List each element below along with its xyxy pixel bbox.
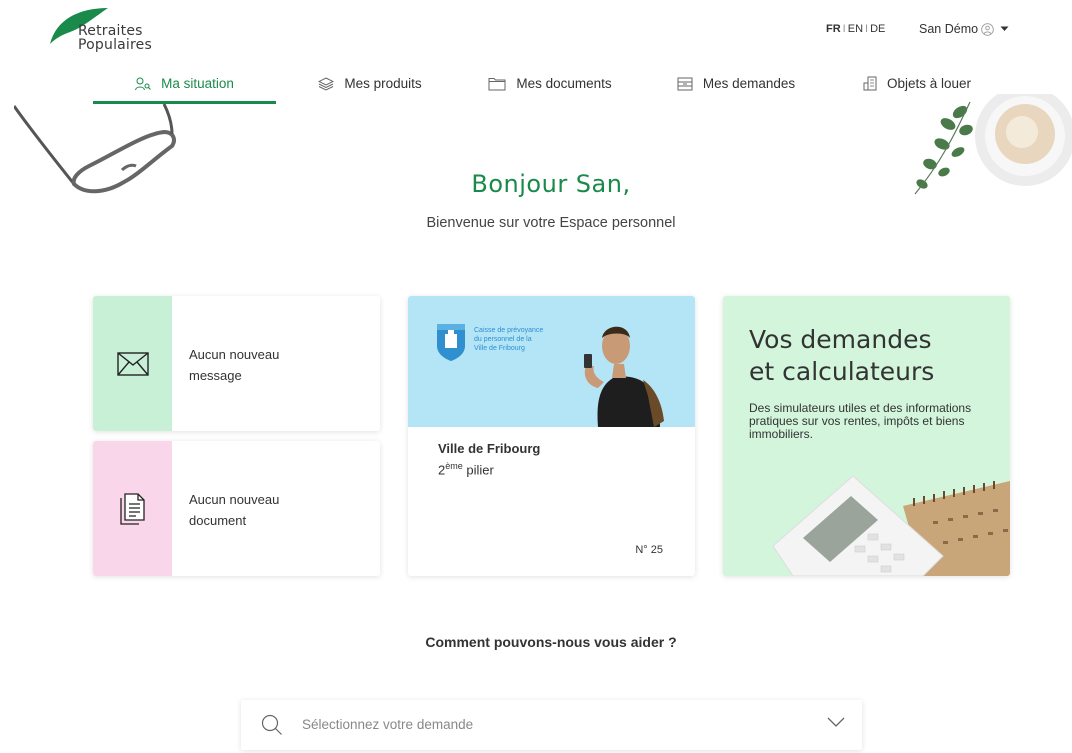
messages-card[interactable]: Aucun nouveau message: [93, 296, 380, 431]
calculators-description: Des simulateurs utiles et des informatio…: [749, 401, 972, 441]
greeting-subtitle: Bienvenue sur votre Espace personnel: [426, 215, 676, 231]
documents-card[interactable]: Aucun nouveau document: [93, 441, 380, 576]
user-circle-icon: [981, 22, 994, 36]
search-icon: [261, 714, 282, 735]
nav-tab-mes-demandes[interactable]: Mes demandes: [656, 63, 816, 104]
calculators-title-line2: et calculateurs: [749, 357, 935, 386]
caret-down-icon: [1000, 26, 1009, 31]
nav-label-mes-demandes: Mes demandes: [702, 76, 796, 91]
brand-line2: Populaires: [78, 37, 152, 53]
brand-logo[interactable]: Retraites Populaires: [48, 6, 178, 56]
calculators-card[interactable]: Vos demandes et calculateurs Des simulat…: [723, 296, 1010, 576]
product-banner-image: Caisse de prévoyance du personnel de la …: [408, 296, 695, 427]
nav-label-mes-produits: Mes produits: [344, 76, 422, 91]
messages-status-line1: Aucun nouveau: [189, 347, 280, 362]
documents-status-line1: Aucun nouveau: [189, 492, 280, 507]
envelope-icon: [116, 351, 149, 376]
messages-card-accent: [93, 296, 172, 431]
product-number: N° 25: [635, 544, 663, 556]
layers-icon: [318, 76, 335, 91]
nav-tab-mes-produits[interactable]: Mes produits: [300, 63, 440, 104]
lang-en[interactable]: EN: [848, 23, 863, 35]
document-icon: [119, 492, 145, 525]
pillar-ordinal-suffix: ème: [445, 461, 463, 471]
calculator-calendar-illustration: [773, 476, 1010, 576]
building-icon: [863, 76, 877, 91]
lang-fr[interactable]: FR: [826, 23, 841, 35]
chevron-down-icon: [827, 717, 845, 727]
brand-line1: Retraites: [78, 23, 143, 39]
documents-card-accent: [93, 441, 172, 576]
fribourg-coat-of-arms-icon: [437, 324, 465, 361]
user-menu[interactable]: San Démo: [919, 22, 1009, 36]
product-card[interactable]: Caisse de prévoyance du personnel de la …: [408, 296, 695, 576]
nav-label-objets-a-louer: Objets à louer: [886, 76, 972, 91]
request-select-placeholder: Sélectionnez votre demande: [302, 717, 474, 732]
man-with-phone-illustration: [584, 326, 664, 427]
nav-tab-ma-situation[interactable]: Ma situation: [93, 63, 276, 104]
nav-tab-mes-documents[interactable]: Mes documents: [470, 63, 630, 104]
request-select[interactable]: Sélectionnez votre demande: [241, 700, 862, 750]
language-switcher: FR I EN I DE: [826, 23, 885, 35]
product-subtitle: 2ème pilier: [438, 461, 494, 477]
lang-separator: I: [842, 23, 846, 35]
product-title: Ville de Fribourg: [438, 441, 541, 456]
user-name: San Démo: [919, 22, 979, 36]
calculators-title-line1: Vos demandes: [749, 325, 932, 354]
lang-de[interactable]: DE: [870, 23, 885, 35]
nav-label-ma-situation: Ma situation: [161, 76, 234, 91]
folder-icon: [488, 77, 506, 90]
header: Retraites Populaires FR I EN I DE San Démo M…: [0, 0, 1072, 104]
documents-status-line2: document: [189, 513, 247, 528]
inbox-icon: [677, 77, 693, 90]
lang-separator: I: [865, 23, 869, 35]
nav-label-mes-documents: Mes documents: [516, 76, 612, 91]
help-title: Comment pouvons-nous vous aider ?: [425, 634, 677, 650]
pillar-label: pilier: [462, 462, 494, 478]
user-search-icon: [135, 77, 151, 90]
messages-status-line2: message: [189, 368, 242, 383]
greeting-title: Bonjour San,: [471, 170, 631, 198]
